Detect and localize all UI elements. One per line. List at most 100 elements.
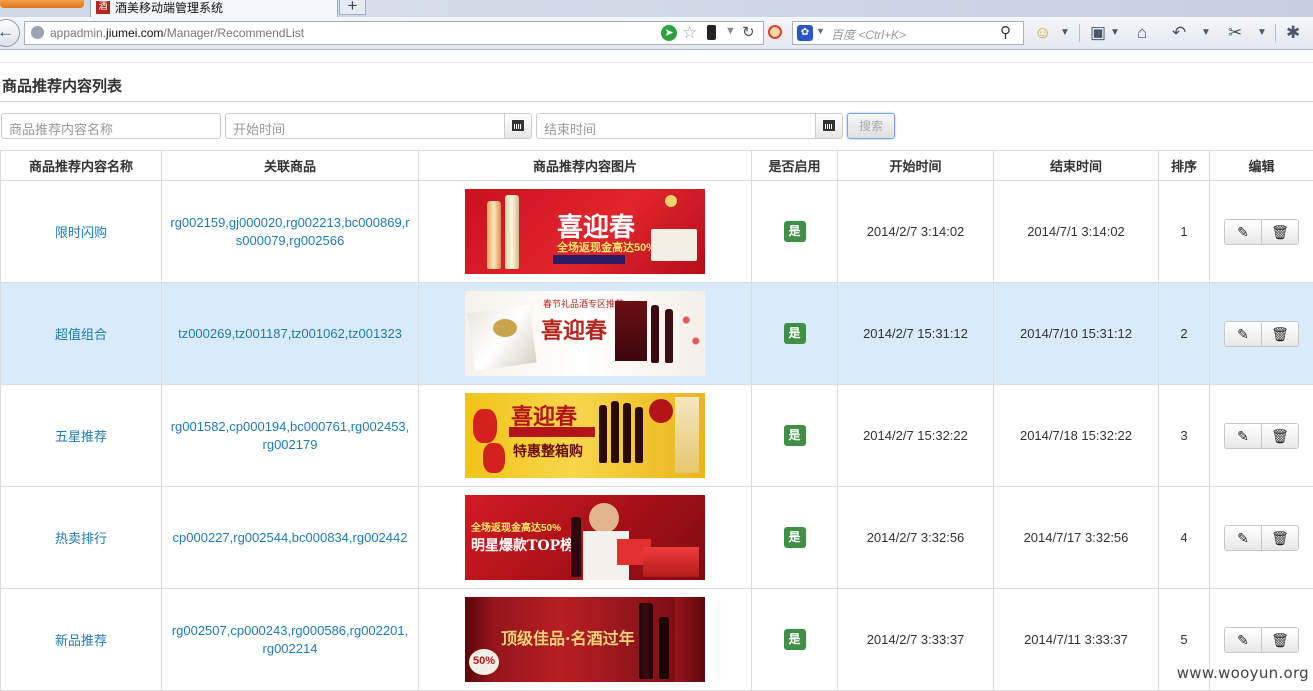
browser-navbar: ← appadmin.jiumei.com/Manager/RecommendL… <box>0 17 1313 50</box>
start-time-input[interactable]: 开始时间 <box>225 113 505 139</box>
name-filter-input[interactable]: 商品推荐内容名称 <box>1 113 221 139</box>
wine-bottle-graphic <box>505 195 519 269</box>
url-text: appadmin.jiumei.com/Manager/RecommendLis… <box>50 26 304 40</box>
browser-tab[interactable]: 酒 酒美移动端管理系统 <box>90 0 338 17</box>
engine-dropdown-icon[interactable]: ▼ <box>816 26 825 36</box>
lantern-graphic <box>483 443 505 473</box>
related-goods-link[interactable]: cp000227,rg002544,bc000834,rg002442 <box>170 529 410 547</box>
banner-headline: 喜迎春 <box>541 313 607 345</box>
trash-icon[interactable]: 🗑 <box>1261 526 1298 550</box>
price-tag-graphic <box>649 399 673 423</box>
url-dropdown-icon[interactable]: ▼ <box>725 25 736 37</box>
content-name-link[interactable]: 超值组合 <box>55 327 107 342</box>
title-divider <box>0 101 1313 102</box>
related-goods-link[interactable]: rg002507,cp000243,rg000586,rg002201,rg00… <box>170 622 410 658</box>
pencil-icon[interactable]: ✎ <box>1225 424 1261 448</box>
cell-enabled: 是 <box>752 589 838 691</box>
extension-icon[interactable]: ✱ <box>1286 23 1300 43</box>
search-button[interactable]: 搜索 <box>847 113 895 139</box>
banner-subtitle: 特惠整箱购 <box>513 441 583 461</box>
cell-order: 1 <box>1159 181 1210 283</box>
bookmarks-icon[interactable]: ▣ <box>1090 23 1106 43</box>
browser-menu-button[interactable] <box>0 0 84 8</box>
person-graphic <box>589 503 619 533</box>
content-name-link[interactable]: 新品推荐 <box>55 633 107 648</box>
bookmarks-dropdown-icon[interactable]: ▼ <box>1110 23 1120 43</box>
related-goods-link[interactable]: rg001582,cp000194,bc000761,rg002453,rg00… <box>170 418 410 454</box>
cell-end: 2014/7/11 3:33:37 <box>994 589 1159 691</box>
enabled-badge: 是 <box>784 527 806 548</box>
action-button-group: ✎ 🗑 <box>1224 627 1299 653</box>
undo-icon[interactable]: ↶ <box>1172 23 1186 43</box>
back-arrow-icon[interactable]: ← <box>0 19 20 47</box>
lantern-graphic <box>665 195 677 207</box>
banner-strip <box>553 255 625 264</box>
globe-icon <box>31 26 44 39</box>
content-name-link[interactable]: 限时闪购 <box>55 225 107 240</box>
end-time-input[interactable]: 结束时间 <box>536 113 816 139</box>
gift-box-graphic <box>467 305 536 371</box>
site-favicon-icon: 酒 <box>96 1 110 14</box>
related-goods-link[interactable]: tz000269,tz001187,tz001062,tz001323 <box>170 325 410 343</box>
wine-bottle-graphic <box>571 517 581 577</box>
end-calendar-button[interactable] <box>815 113 843 139</box>
wine-bottle-graphic <box>623 403 631 463</box>
crop-icon[interactable]: ✂ <box>1228 23 1242 43</box>
cell-start: 2014/2/7 3:32:56 <box>838 487 994 589</box>
related-goods-link[interactable]: rg002159,gj000020,rg002213,bc000869,rs00… <box>170 214 410 250</box>
enabled-badge: 是 <box>784 425 806 446</box>
reload-icon[interactable]: ↻ <box>742 23 755 41</box>
smiley-addon-icon[interactable]: ☺ <box>1034 23 1051 43</box>
cell-name: 热卖排行 <box>1 487 162 589</box>
banner-image: 喜迎春 全场返现金高达50% <box>465 189 705 274</box>
go-arrow-icon[interactable]: ➤ <box>661 25 677 41</box>
wine-bottle-graphic <box>611 401 619 463</box>
cell-goods: rg001582,cp000194,bc000761,rg002453,rg00… <box>162 385 419 487</box>
adblock-icon[interactable] <box>768 25 782 39</box>
cell-goods: rg002159,gj000020,rg002213,bc000869,rs00… <box>162 181 419 283</box>
cell-edit: ✎ 🗑 <box>1210 487 1313 589</box>
bookmark-star-icon[interactable]: ☆ <box>682 23 697 43</box>
banner-subtitle: 春节礼品酒专区推荐 <box>543 297 624 310</box>
pencil-icon[interactable]: ✎ <box>1225 526 1261 550</box>
tab-title: 酒美移动端管理系统 <box>115 0 223 16</box>
cell-goods: rg002507,cp000243,rg000586,rg002201,rg00… <box>162 589 419 691</box>
cell-name: 超值组合 <box>1 283 162 385</box>
banner-subtitle: 全场返现金高达50% <box>471 519 561 534</box>
trash-icon[interactable]: 🗑 <box>1261 424 1298 448</box>
cell-enabled: 是 <box>752 487 838 589</box>
trash-icon[interactable]: 🗑 <box>1261 220 1298 244</box>
new-tab-button[interactable]: + <box>339 0 366 15</box>
pencil-icon[interactable]: ✎ <box>1225 628 1261 652</box>
addon-dropdown-icon[interactable]: ▼ <box>1060 23 1070 43</box>
gift-bow-graphic <box>493 319 517 337</box>
content-name-link[interactable]: 五星推荐 <box>55 429 107 444</box>
baidu-paw-icon[interactable]: ✿ <box>797 25 813 41</box>
banner-strip <box>509 427 595 437</box>
wine-bottle-graphic <box>487 201 501 269</box>
banner-headline: 明星爆款TOP榜 <box>471 535 574 555</box>
address-bar[interactable]: appadmin.jiumei.com/Manager/RecommendLis… <box>24 21 764 45</box>
trash-icon[interactable]: 🗑 <box>1261 322 1298 346</box>
pencil-icon[interactable]: ✎ <box>1225 220 1261 244</box>
cell-image: 全场返现金高达50% 明星爆款TOP榜 <box>419 487 752 589</box>
crop-dropdown-icon[interactable]: ▼ <box>1257 23 1267 43</box>
col-header-edit: 编辑 <box>1210 151 1313 181</box>
mobile-view-icon[interactable] <box>707 25 716 40</box>
search-bar[interactable]: ✿ ▼ 百度 <Ctrl+K> ⚲ <box>792 21 1024 45</box>
table-row: 限时闪购 rg002159,gj000020,rg002213,bc000869… <box>1 181 1313 283</box>
wine-bottle-graphic <box>659 617 669 679</box>
wine-bottle-graphic <box>599 405 607 463</box>
start-calendar-button[interactable] <box>504 113 532 139</box>
search-icon[interactable]: ⚲ <box>1000 23 1011 41</box>
cell-end: 2014/7/17 3:32:56 <box>994 487 1159 589</box>
content-name-link[interactable]: 热卖排行 <box>55 531 107 546</box>
cell-edit: ✎ 🗑 <box>1210 181 1313 283</box>
home-icon[interactable]: ⌂ <box>1137 23 1147 43</box>
undo-dropdown-icon[interactable]: ▼ <box>1201 23 1211 43</box>
pencil-icon[interactable]: ✎ <box>1225 322 1261 346</box>
trash-icon[interactable]: 🗑 <box>1261 628 1298 652</box>
wine-bottle-graphic <box>635 407 643 463</box>
cell-start: 2014/2/7 15:32:22 <box>838 385 994 487</box>
watermark-text: www.wooyun.org <box>1177 664 1309 682</box>
